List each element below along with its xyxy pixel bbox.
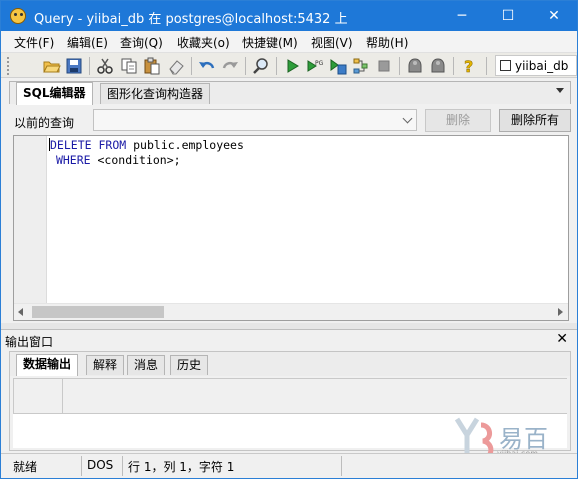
paste-icon[interactable] bbox=[143, 57, 161, 75]
horizontal-scrollbar[interactable] bbox=[14, 303, 568, 320]
previous-queries-row: 以前的查询 删除 删除所有 bbox=[9, 106, 571, 134]
explain-icon[interactable] bbox=[352, 57, 370, 75]
toolbar-separator bbox=[191, 57, 192, 75]
undo-icon[interactable] bbox=[198, 57, 216, 75]
tab-explain[interactable]: 解释 bbox=[86, 355, 125, 375]
grid-header bbox=[63, 378, 567, 414]
keyword-where: WHERE bbox=[55, 153, 91, 167]
execute-to-file-icon[interactable] bbox=[329, 57, 347, 75]
output-tabs: 数据输出 解释 消息 历史 bbox=[10, 352, 570, 376]
chevron-down-icon[interactable] bbox=[402, 113, 413, 124]
output-close-button[interactable]: ✕ bbox=[556, 331, 568, 348]
menu-edit[interactable]: 编辑(E) bbox=[67, 34, 108, 51]
table-name: public.employees bbox=[133, 138, 244, 152]
previous-queries-label: 以前的查询 bbox=[14, 116, 75, 130]
status-state: 就绪 bbox=[13, 460, 38, 474]
previous-queries-select[interactable] bbox=[93, 109, 417, 131]
toolbar-separator bbox=[245, 57, 246, 75]
pgadmin-elephant-icon bbox=[10, 8, 26, 24]
cut-icon[interactable] bbox=[96, 57, 114, 75]
copy-icon[interactable] bbox=[120, 57, 138, 75]
save-icon[interactable] bbox=[65, 57, 83, 75]
toolbar-separator bbox=[276, 57, 277, 75]
sql-icon[interactable] bbox=[406, 57, 424, 75]
output-pane-header: 输出窗口 ✕ bbox=[1, 331, 577, 349]
code-line-1: DELETE FROM public.employees bbox=[49, 138, 244, 153]
close-button[interactable]: ✕ bbox=[531, 1, 577, 31]
scroll-left-icon[interactable] bbox=[18, 308, 23, 316]
execute-icon[interactable] bbox=[283, 57, 301, 75]
menu-file[interactable]: 文件(F) bbox=[14, 34, 54, 51]
tab-graphical-query-builder[interactable]: 图形化查询构造器 bbox=[100, 83, 211, 104]
status-separator bbox=[341, 456, 342, 476]
editor-tabs: SQL编辑器 图形化查询构造器 bbox=[9, 81, 571, 105]
delete-all-button[interactable]: 删除所有 bbox=[499, 109, 571, 132]
tab-sql-editor[interactable]: SQL编辑器 bbox=[16, 82, 93, 105]
help-icon[interactable]: ? bbox=[460, 57, 478, 77]
toolbar-separator bbox=[89, 57, 90, 75]
tab-messages[interactable]: 消息 bbox=[127, 355, 166, 375]
line-gutter bbox=[14, 136, 47, 304]
minimize-button[interactable]: ─ bbox=[439, 1, 485, 31]
menu-view[interactable]: 视图(V) bbox=[311, 34, 353, 51]
pane-splitter[interactable] bbox=[1, 323, 577, 330]
stop-icon[interactable] bbox=[375, 57, 393, 75]
status-encoding: DOS bbox=[87, 458, 114, 472]
title-bar[interactable]: Query - yiibai_db 在 postgres@localhost:5… bbox=[1, 1, 577, 31]
status-bar: 就绪 DOS 行 1，列 1，字符 1 bbox=[1, 453, 577, 478]
toolbar-separator bbox=[453, 57, 454, 75]
toolbar-separator bbox=[486, 57, 487, 75]
status-separator bbox=[122, 456, 123, 476]
delete-button[interactable]: 删除 bbox=[425, 109, 491, 132]
grid-corner-cell[interactable] bbox=[13, 378, 63, 414]
tab-data-output[interactable]: 数据输出 bbox=[16, 354, 79, 376]
code-line-2: WHERE <condition>; bbox=[49, 153, 244, 168]
menu-favourites[interactable]: 收藏夹(o) bbox=[177, 34, 230, 51]
menu-help[interactable]: 帮助(H) bbox=[366, 34, 408, 51]
status-separator bbox=[81, 456, 82, 476]
database-selector[interactable]: yiibai_db bbox=[495, 55, 577, 76]
svg-text:PG: PG bbox=[315, 60, 324, 67]
open-folder-icon[interactable] bbox=[43, 57, 61, 75]
scroll-right-icon[interactable] bbox=[558, 308, 563, 316]
query-window: Query - yiibai_db 在 postgres@localhost:5… bbox=[0, 0, 578, 479]
toolbar-grip[interactable] bbox=[7, 57, 10, 75]
sql-code[interactable]: DELETE FROM public.employees WHERE <cond… bbox=[49, 138, 244, 168]
sql-analyze-icon[interactable] bbox=[429, 57, 447, 75]
toolbar: PG ? yiibai_db bbox=[1, 52, 577, 78]
condition-placeholder: <condition>; bbox=[97, 153, 181, 167]
status-cursor-position: 行 1，列 1，字符 1 bbox=[128, 460, 235, 474]
tab-history[interactable]: 历史 bbox=[170, 355, 209, 375]
menu-bar: 文件(F) 编辑(E) 查询(Q) 收藏夹(o) 快捷键(M) 视图(V) 帮助… bbox=[1, 31, 577, 52]
scrollbar-thumb[interactable] bbox=[32, 306, 164, 318]
tabs-menu-icon[interactable] bbox=[556, 88, 564, 93]
database-label: yiibai_db bbox=[515, 59, 569, 73]
maximize-button[interactable]: ☐ bbox=[485, 1, 531, 31]
toolbar-separator bbox=[399, 57, 400, 75]
output-pane-title: 输出窗口 bbox=[5, 335, 54, 349]
database-checkbox[interactable] bbox=[500, 60, 511, 71]
redo-icon[interactable] bbox=[221, 57, 239, 75]
sql-editor[interactable]: DELETE FROM public.employees WHERE <cond… bbox=[13, 135, 569, 321]
keyword-delete: DELETE bbox=[50, 138, 92, 152]
keyword-from: FROM bbox=[98, 138, 127, 152]
eraser-icon[interactable] bbox=[167, 57, 185, 75]
svg-text:?: ? bbox=[464, 57, 473, 75]
window-title: Query - yiibai_db 在 postgres@localhost:5… bbox=[34, 12, 348, 27]
menu-macros[interactable]: 快捷键(M) bbox=[242, 34, 298, 51]
menu-query[interactable]: 查询(Q) bbox=[120, 34, 163, 51]
execute-pgscript-icon[interactable]: PG bbox=[306, 57, 324, 75]
find-icon[interactable] bbox=[252, 57, 270, 75]
